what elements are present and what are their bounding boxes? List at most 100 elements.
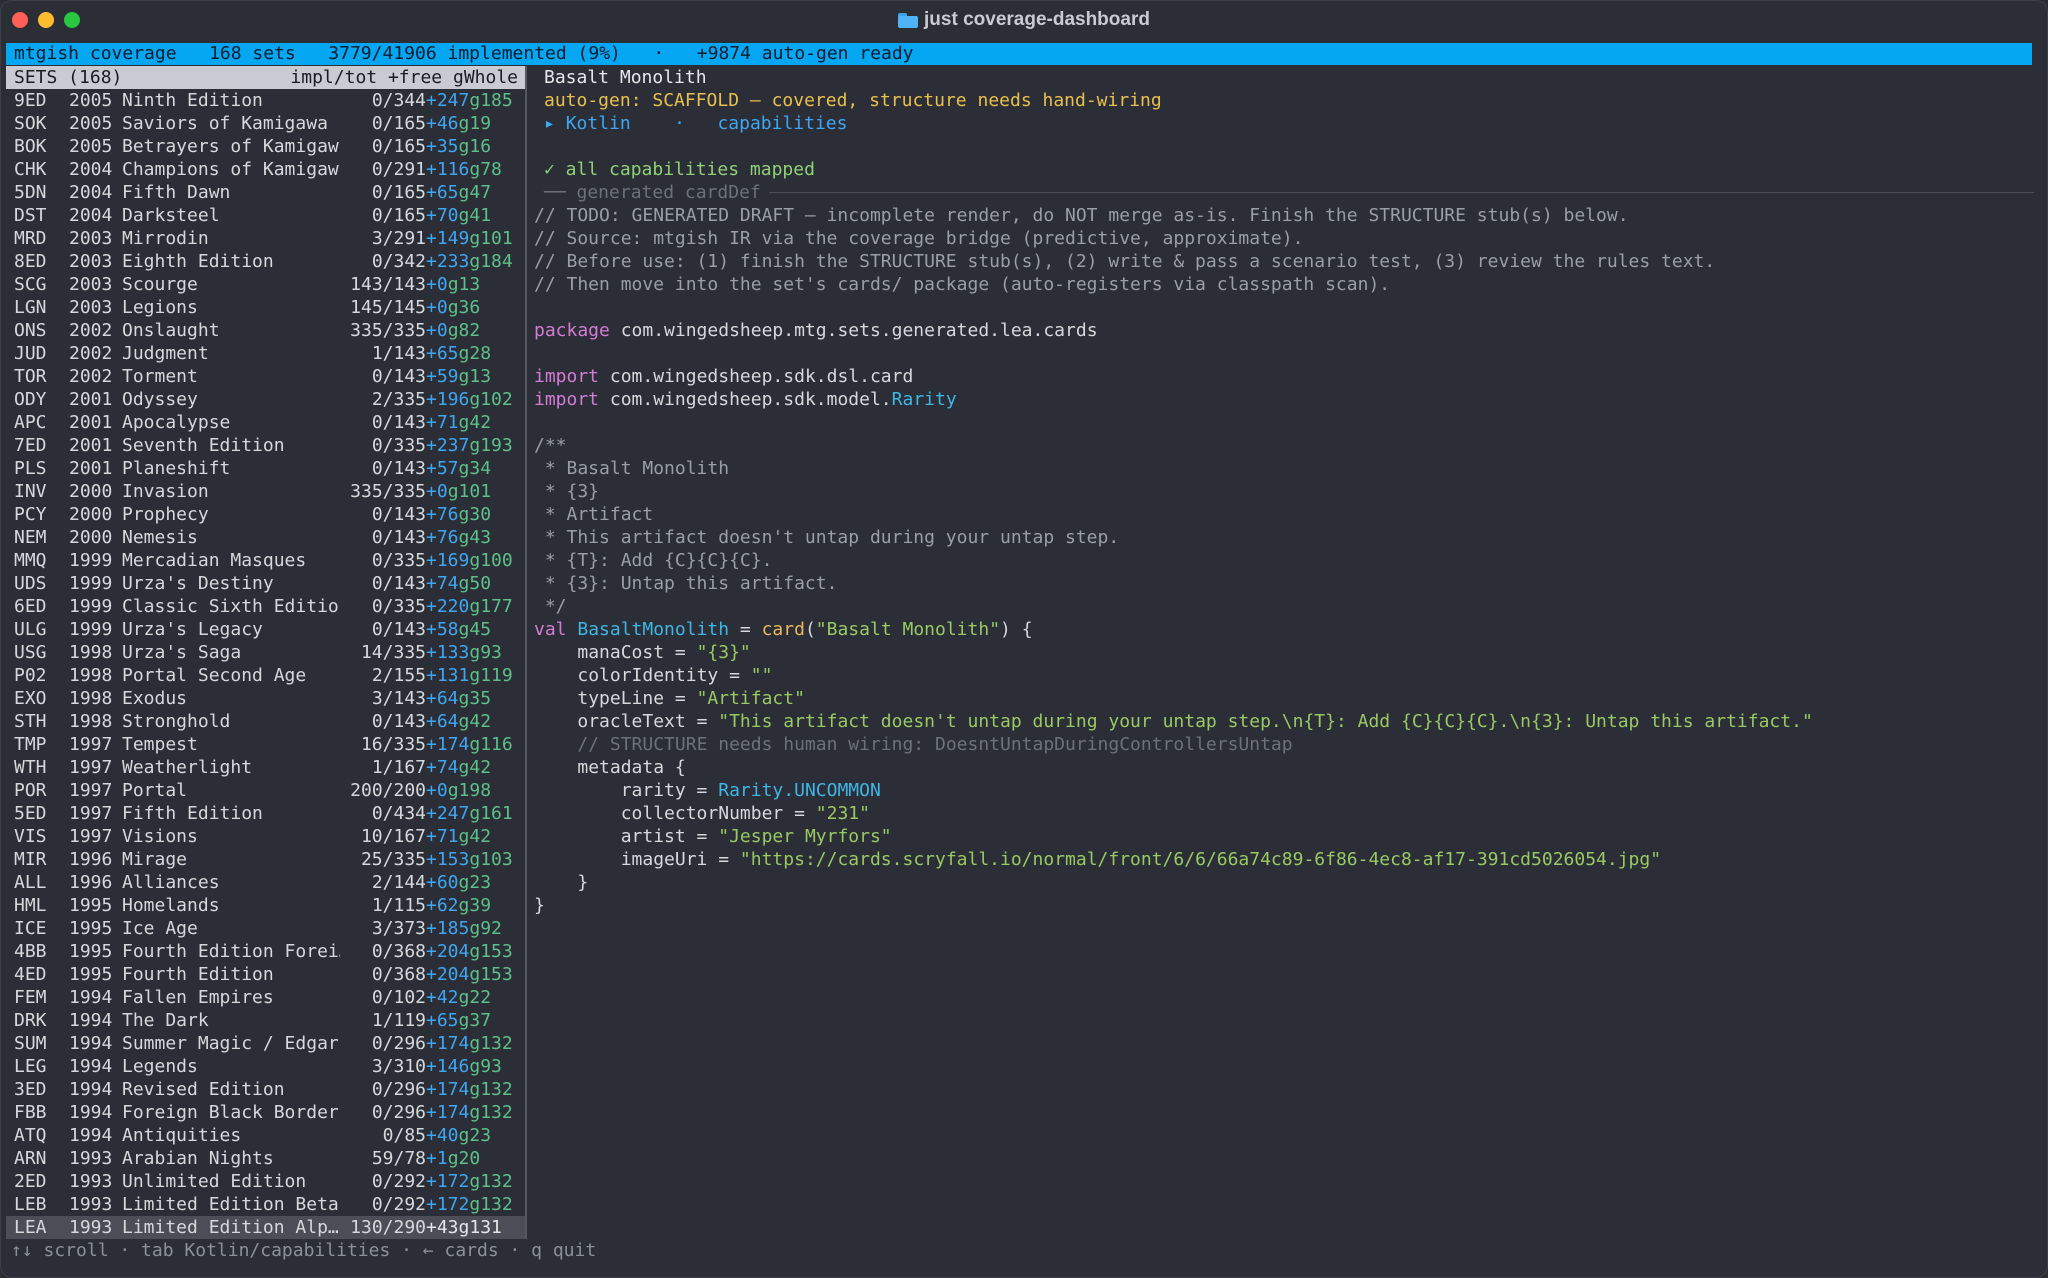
set-row[interactable]: ALL 1996 Alliances 2/144 +60 g23	[6, 871, 526, 894]
package-line: package com.wingedsheep.mtg.sets.generat…	[534, 319, 2034, 342]
set-row[interactable]: BOK 2005 Betrayers of Kamigawa 0/165 +35 g1…	[6, 135, 526, 158]
set-row[interactable]: NEM 2000 Nemesis 0/143 +76 g43	[6, 526, 526, 549]
set-row[interactable]: POR 1997 Portal 200/200 +0 g198	[6, 779, 526, 802]
set-row[interactable]: 7ED 2001 Seventh Edition 0/335 +237 g193	[6, 434, 526, 457]
set-code: INV	[14, 481, 47, 502]
set-impl: 25/335	[360, 849, 426, 870]
set-row[interactable]: 9ED 2005 Ninth Edition 0/344 +247 g185	[6, 89, 526, 112]
set-name: Arabian Nights	[122, 1148, 274, 1169]
set-row[interactable]: VIS 1997 Visions 10/167 +71 g42	[6, 825, 526, 848]
set-row[interactable]: 5DN 2004 Fifth Dawn 0/165 +65 g47	[6, 181, 526, 204]
mana-cost-value: "{3}"	[696, 642, 751, 663]
set-row[interactable]: MMQ 1999 Mercadian Masques 0/335 +169 g100	[6, 549, 526, 572]
tab-kotlin[interactable]: Kotlin	[566, 113, 631, 134]
set-row[interactable]: UDS 1999 Urza's Destiny 0/143 +74 g50	[6, 572, 526, 595]
set-impl: 1/143	[371, 343, 426, 364]
set-row[interactable]: WTH 1997 Weatherlight 1/167 +74 g42	[6, 756, 526, 779]
set-row[interactable]: 4BB 1995 Fourth Edition Forei… 0/368 +204 g…	[6, 940, 526, 963]
set-row[interactable]: LEB 1993 Limited Edition Beta 0/292 +172 g1…	[6, 1193, 526, 1216]
import-line: import com.wingedsheep.sdk.dsl.card	[534, 365, 2034, 388]
set-row[interactable]: ONS 2002 Onslaught 335/335 +0 g82	[6, 319, 526, 342]
set-row[interactable]: PCY 2000 Prophecy 0/143 +76 g30	[6, 503, 526, 526]
set-row[interactable]: FEM 1994 Fallen Empires 0/102 +42 g22	[6, 986, 526, 1009]
set-year: 1995	[69, 918, 113, 939]
set-row[interactable]: LGN 2003 Legions 145/145 +0 g36	[6, 296, 526, 319]
metadata-close: }	[577, 872, 589, 893]
set-free: +46	[426, 113, 459, 134]
set-name: Unlimited Edition	[122, 1171, 307, 1192]
sets-list[interactable]: 9ED 2005 Ninth Edition 0/344 +247 g185 SOK 20…	[6, 89, 526, 1239]
set-row[interactable]: EXO 1998 Exodus 3/143 +64 g35	[6, 687, 526, 710]
set-name: Prophecy	[122, 504, 209, 525]
set-row[interactable]: ATQ 1994 Antiquities 0/85 +40 g23	[6, 1124, 526, 1147]
set-row[interactable]: 2ED 1993 Unlimited Edition 0/292 +172 g132	[6, 1170, 526, 1193]
set-row[interactable]: ARN 1993 Arabian Nights 59/78 +1 g20	[6, 1147, 526, 1170]
status-sep: ·	[653, 43, 665, 64]
set-row[interactable]: JUD 2002 Judgment 1/143 +65 g28	[6, 342, 526, 365]
image-uri-value: "https://cards.scryfall.io/normal/front/…	[739, 849, 1662, 870]
set-gwhole: g193	[469, 435, 513, 456]
sets-columns: impl/tot +free gWhole	[290, 67, 518, 88]
set-row[interactable]: LEG 1994 Legends 3/310 +146 g93	[6, 1055, 526, 1078]
set-code: MIR	[14, 849, 47, 870]
set-row[interactable]: DST 2004 Darksteel 0/165 +70 g41	[6, 204, 526, 227]
set-impl: 0/368	[371, 941, 426, 962]
code-comments: // TODO: GENERATED DRAFT — incomplete re…	[534, 204, 2034, 296]
set-row[interactable]: CHK 2004 Champions of Kamigawa 0/291 +116 g…	[6, 158, 526, 181]
set-free: +174	[426, 1102, 470, 1123]
open-brace: ) {	[1000, 619, 1033, 640]
set-code: FEM	[14, 987, 47, 1008]
set-year: 1997	[69, 826, 113, 847]
set-row[interactable]: 8ED 2003 Eighth Edition 0/342 +233 g184	[6, 250, 526, 273]
set-year: 2001	[69, 412, 113, 433]
set-row[interactable]: SUM 1994 Summer Magic / Edgar 0/296 +174 g1…	[6, 1032, 526, 1055]
sets-panel[interactable]: SETS (168) impl/tot +free gWhole 9ED 2005…	[6, 66, 526, 1239]
set-row[interactable]: ULG 1999 Urza's Legacy 0/143 +58 g45	[6, 618, 526, 641]
set-impl: 0/296	[371, 1033, 426, 1054]
set-name: Weatherlight	[122, 757, 253, 778]
set-row[interactable]: LEA 1993 Limited Edition Alp… 130/290 +43 g…	[6, 1216, 526, 1239]
set-row[interactable]: ODY 2001 Odyssey 2/335 +196 g102	[6, 388, 526, 411]
set-year: 2004	[69, 205, 113, 226]
set-row[interactable]: 3ED 1994 Revised Edition 0/296 +174 g132	[6, 1078, 526, 1101]
set-row[interactable]: HML 1995 Homelands 1/115 +62 g39	[6, 894, 526, 917]
set-row[interactable]: ICE 1995 Ice Age 3/373 +185 g92	[6, 917, 526, 940]
set-row[interactable]: PLS 2001 Planeshift 0/143 +57 g34	[6, 457, 526, 480]
set-row[interactable]: DRK 1994 The Dark 1/119 +65 g37	[6, 1009, 526, 1032]
set-row[interactable]: STH 1998 Stronghold 0/143 +64 g42	[6, 710, 526, 733]
set-free: +74	[426, 757, 459, 778]
set-row[interactable]: APC 2001 Apocalypse 0/143 +71 g42	[6, 411, 526, 434]
set-impl: 0/296	[371, 1079, 426, 1100]
set-code: HML	[14, 895, 47, 916]
set-row[interactable]: MRD 2003 Mirrodin 3/291 +149 g101	[6, 227, 526, 250]
set-impl: 0/143	[371, 619, 426, 640]
color-identity-line: colorIdentity = ""	[534, 664, 2034, 687]
set-row[interactable]: MIR 1996 Mirage 25/335 +153 g103	[6, 848, 526, 871]
set-row[interactable]: USG 1998 Urza's Saga 14/335 +133 g93	[6, 641, 526, 664]
set-row[interactable]: P02 1998 Portal Second Age 2/155 +131 g119	[6, 664, 526, 687]
set-row[interactable]: 6ED 1999 Classic Sixth Edition 0/335 +220 g…	[6, 595, 526, 618]
set-gwhole: g177	[469, 596, 513, 617]
set-row[interactable]: TOR 2002 Torment 0/143 +59 g13	[6, 365, 526, 388]
set-row[interactable]: SCG 2003 Scourge 143/143 +0 g13	[6, 273, 526, 296]
set-code: ODY	[14, 389, 47, 410]
set-free: +169	[426, 550, 470, 571]
set-gwhole: g93	[469, 642, 502, 663]
set-row[interactable]: TMP 1997 Tempest 16/335 +174 g116	[6, 733, 526, 756]
set-row[interactable]: 5ED 1997 Fifth Edition 0/434 +247 g161	[6, 802, 526, 825]
set-row[interactable]: SOK 2005 Saviors of Kamigawa 0/165 +46 g19	[6, 112, 526, 135]
set-row[interactable]: 4ED 1995 Fourth Edition 0/368 +204 g153	[6, 963, 526, 986]
set-name: Judgment	[122, 343, 209, 364]
set-impl: 0/165	[371, 205, 426, 226]
set-row[interactable]: FBB 1994 Foreign Black Border 0/296 +174 g1…	[6, 1101, 526, 1124]
card-detail-panel[interactable]: Basalt Monolith auto-gen: SCAFFOLD — cov…	[534, 66, 2034, 917]
set-year: 1999	[69, 573, 113, 594]
set-impl: 14/335	[360, 642, 426, 663]
import-line: import com.wingedsheep.sdk.model.Rarity	[534, 388, 2034, 411]
set-free: +76	[426, 527, 459, 548]
set-gwhole: g184	[469, 251, 513, 272]
set-gwhole: g198	[447, 780, 492, 801]
set-row[interactable]: INV 2000 Invasion 335/335 +0 g101	[6, 480, 526, 503]
tab-capabilities[interactable]: capabilities	[717, 113, 847, 134]
